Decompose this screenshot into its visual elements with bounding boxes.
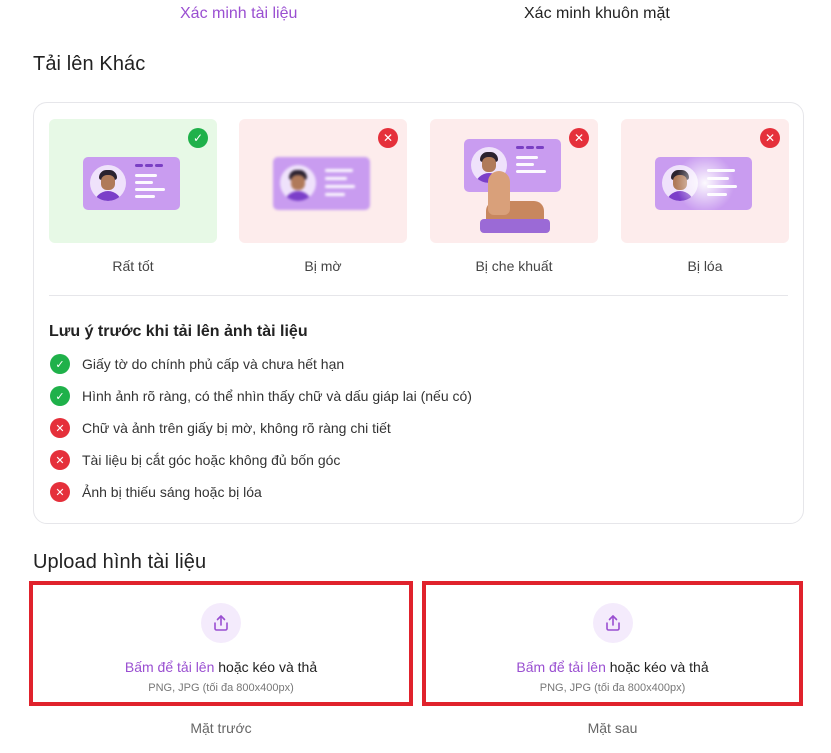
x-icon: ✕ [569,128,589,148]
check-icon: ✓ [188,128,208,148]
thumb-illustration [480,171,550,233]
dropzone-back[interactable]: Bấm để tải lên hoặc kéo và thả PNG, JPG … [422,581,803,706]
x-icon: ✕ [760,128,780,148]
upload-guide-card: ✓ Rất tốt ✕ Bị mờ ✕ Bị che khuất ✕ Bị ló… [33,102,804,524]
dropzone-instruction: Bấm để tải lên hoặc kéo và thả [33,659,409,675]
caption-back: Mặt sau [587,720,638,736]
file-format-hint: PNG, JPG (tối đa 800x400px) [539,682,686,694]
click-to-upload-link[interactable]: Bấm để tải lên [125,659,215,675]
note-item: ✕ Chữ và ảnh trên giấy bị mờ, không rõ r… [50,418,391,438]
drag-drop-text: hoặc kéo và thả [605,659,709,675]
note-item: ✓ Giấy tờ do chính phủ cấp và chưa hết h… [50,354,344,374]
file-format-hint: PNG, JPG (tối đa 800x400px) [148,682,294,694]
sample-label-glare: Bị lóa [687,258,723,274]
drag-drop-text: hoặc kéo và thả [214,659,318,675]
notes-title: Lưu ý trước khi tải lên ảnh tài liệu [49,323,308,340]
click-to-upload-link[interactable]: Bấm để tải lên [516,659,606,675]
x-icon: ✕ [378,128,398,148]
id-card-illustration [83,157,180,210]
check-icon: ✓ [50,386,70,406]
sample-label-covered: Bị che khuất [475,258,553,274]
note-text: Hình ảnh rõ ràng, có thể nhìn thấy chữ v… [82,388,472,404]
sample-blurred: ✕ [239,119,407,243]
dropzone-front[interactable]: Bấm để tải lên hoặc kéo và thả PNG, JPG … [29,581,413,706]
upload-icon[interactable] [592,603,633,643]
note-item: ✕ Ảnh bị thiếu sáng hoặc bị lóa [50,482,262,502]
section-title-other-upload: Tải lên Khác [33,53,146,75]
section-title-upload-document: Upload hình tài liệu [33,551,207,573]
tab-face-verification[interactable]: Xác minh khuôn mặt [524,5,670,23]
sample-label-good: Rất tốt [112,258,154,274]
sample-covered: ✕ [430,119,598,243]
note-text: Chữ và ảnh trên giấy bị mờ, không rõ ràn… [82,420,391,436]
id-card-illustration [273,157,370,210]
check-icon: ✓ [50,354,70,374]
caption-front: Mặt trước [190,720,252,736]
x-icon: ✕ [50,450,70,470]
sample-good: ✓ [49,119,217,243]
upload-icon[interactable] [201,603,241,643]
note-text: Tài liệu bị cắt góc hoặc không đủ bốn gó… [82,452,341,468]
note-text: Ảnh bị thiếu sáng hoặc bị lóa [82,484,262,500]
verification-tabs: Xác minh tài liệu Xác minh khuôn mặt [0,0,831,36]
dropzone-instruction: Bấm để tải lên hoặc kéo và thả [426,659,799,675]
sample-glare: ✕ [621,119,789,243]
divider [49,295,788,296]
x-icon: ✕ [50,482,70,502]
note-item: ✓ Hình ảnh rõ ràng, có thể nhìn thấy chữ… [50,386,472,406]
x-icon: ✕ [50,418,70,438]
note-item: ✕ Tài liệu bị cắt góc hoặc không đủ bốn … [50,450,340,470]
sample-label-blurred: Bị mờ [304,258,342,274]
tab-document-verification[interactable]: Xác minh tài liệu [180,5,297,23]
note-text: Giấy tờ do chính phủ cấp và chưa hết hạn [82,356,345,372]
id-card-illustration [655,153,752,213]
